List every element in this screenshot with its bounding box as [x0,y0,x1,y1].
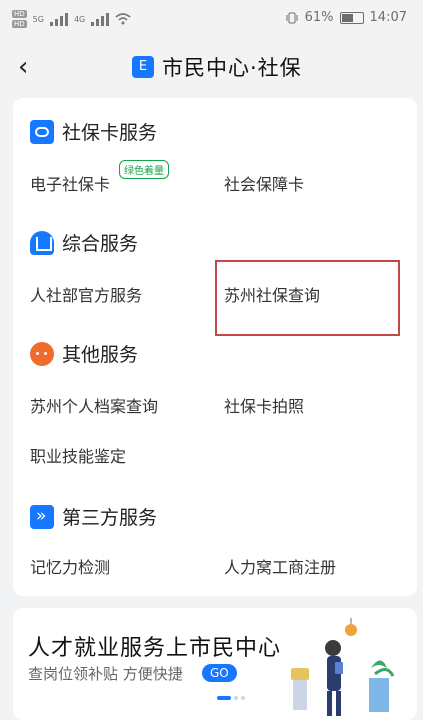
page-title: 市民中心·社保 [162,56,302,80]
item-social-security-card[interactable]: 社会保障卡 [224,171,304,195]
go-button[interactable]: GO [202,664,237,682]
section-label: 其他服务 [62,344,139,366]
section-title-other: 其他服务 [30,340,138,367]
network2-label: 4G [73,14,86,24]
section-label: 社保卡服务 [62,122,158,144]
title-wrap: E 市民中心·社保 [132,52,302,82]
section-label: 第三方服务 [62,507,158,529]
back-button[interactable]: ‹ [18,52,28,82]
promo-banner[interactable]: 人才就业服务上市民中心 查岗位领补贴 方便快捷 GO [13,608,417,720]
banner-subtitle: 查岗位领补贴 方便快捷 [28,665,183,683]
app-header: ‹ E 市民中心·社保 [0,38,423,96]
sim1-label: HD [12,10,27,18]
battery-icon [339,11,364,24]
highlight-box [215,260,400,336]
signal2-icon [91,12,110,26]
clock: 14:07 [369,10,407,25]
banner-title: 人才就业服务上市民中心 [28,636,282,661]
mini-app-icon: E [132,56,154,78]
section-title-third-party: 第三方服务 [30,503,157,530]
network1-label: 5G [32,14,44,24]
section-title-social-card: 社保卡服务 [30,118,157,145]
status-left: HD HD 5G 4G [12,10,131,28]
general-service-icon [30,230,54,255]
signal1-icon [49,12,68,26]
sim-indicators: HD HD [12,10,27,28]
third-party-icon [30,504,54,529]
carousel-dots [217,696,245,700]
section-label: 综合服务 [62,233,139,255]
item-business-registration[interactable]: 人力窝工商注册 [224,554,336,578]
woman-with-phone-illustration [291,618,395,716]
item-e-social-card[interactable]: 电子社保卡 [30,171,110,195]
status-right: 61% 14:07 [285,10,407,25]
item-card-photo[interactable]: 社保卡拍照 [224,393,304,417]
item-skill-appraisal[interactable]: 职业技能鉴定 [30,443,126,467]
battery-percent: 61% [304,10,334,25]
services-card: 社保卡服务 电子社保卡 绿色着量 社会保障卡 综合服务 人社部官方服务 苏州社保… [13,98,417,596]
social-card-icon [30,119,54,144]
other-service-icon [30,341,54,366]
wifi-icon [115,13,131,25]
item-ministry-service[interactable]: 人社部官方服务 [30,282,142,306]
vibrate-icon [286,12,298,23]
status-bar: HD HD 5G 4G 61% 14:07 [0,0,423,38]
section-title-general: 综合服务 [30,229,138,256]
item-personal-archive[interactable]: 苏州个人档案查询 [30,393,158,417]
sim2-label: HD [12,20,27,28]
item-memory-test[interactable]: 记忆力检测 [30,554,110,578]
green-badge: 绿色着量 [119,160,169,179]
